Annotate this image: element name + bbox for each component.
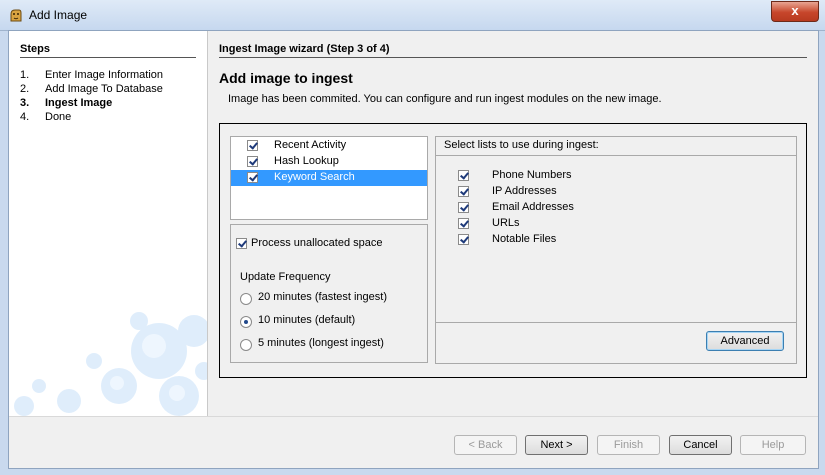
list-label: Phone Numbers — [492, 169, 572, 181]
page-subtitle: Image has been commited. You can configu… — [228, 93, 662, 105]
page-title: Add image to ingest — [219, 70, 353, 86]
list-label: IP Addresses — [492, 185, 557, 197]
ingest-config-panel: Recent Activity Hash Lookup Keyword Sear… — [219, 123, 807, 378]
wizard-divider — [219, 57, 807, 58]
module-item-keyword-search[interactable]: Keyword Search — [231, 170, 427, 186]
frequency-10min-label[interactable]: 10 minutes (default) — [258, 314, 355, 326]
step-label: Enter Image Information — [45, 69, 164, 81]
list-checkbox[interactable] — [458, 186, 469, 197]
step-item-1: 1. Enter Image Information — [20, 69, 163, 81]
process-unallocated-label[interactable]: Process unallocated space — [251, 237, 382, 249]
process-unallocated-checkbox[interactable] — [236, 238, 247, 249]
frequency-5min-radio[interactable] — [240, 339, 252, 351]
list-item-email-addresses[interactable]: Email Addresses — [436, 200, 796, 216]
step-number: 1. — [20, 69, 30, 81]
module-label: Keyword Search — [274, 171, 355, 183]
list-checkbox[interactable] — [458, 218, 469, 229]
module-item-hash-lookup[interactable]: Hash Lookup — [231, 154, 427, 170]
module-label: Hash Lookup — [274, 155, 339, 167]
frequency-20min-radio[interactable] — [240, 293, 252, 305]
update-frequency-label: Update Frequency — [240, 271, 331, 283]
module-item-recent-activity[interactable]: Recent Activity — [231, 138, 427, 154]
next-button[interactable]: Next > — [525, 435, 588, 455]
autopsy-dog-icon — [8, 7, 24, 23]
list-checkbox[interactable] — [458, 202, 469, 213]
module-checkbox[interactable] — [247, 172, 258, 183]
module-checkbox[interactable] — [247, 156, 258, 167]
list-checkbox[interactable] — [458, 234, 469, 245]
list-checkbox[interactable] — [458, 170, 469, 181]
step-label: Done — [45, 111, 72, 123]
list-label: URLs — [492, 217, 520, 229]
keyword-lists[interactable]: Phone Numbers IP Addresses Email Address… — [436, 155, 796, 323]
list-item-urls[interactable]: URLs — [436, 216, 796, 232]
step-number: 3. — [20, 97, 30, 109]
cancel-button[interactable]: Cancel — [669, 435, 732, 455]
frequency-10min-radio[interactable] — [240, 316, 252, 328]
decorative-bubbles-image — [14, 312, 207, 416]
back-button[interactable]: < Back — [454, 435, 517, 455]
module-options-panel: Process unallocated space Update Frequen… — [230, 224, 428, 363]
step-number: 2. — [20, 83, 30, 95]
step-item-4: 4. Done — [20, 111, 71, 123]
frequency-5min-label[interactable]: 5 minutes (longest ingest) — [258, 337, 384, 349]
window-close-button[interactable]: x — [771, 1, 819, 22]
step-label: Ingest Image — [45, 97, 113, 109]
wizard-dialog: Steps 1. Enter Image Information 2. Add Im… — [8, 30, 819, 469]
list-item-notable-files[interactable]: Notable Files — [436, 232, 796, 248]
frequency-20min-label[interactable]: 20 minutes (fastest ingest) — [258, 291, 387, 303]
list-item-ip-addresses[interactable]: IP Addresses — [436, 184, 796, 200]
finish-button[interactable]: Finish — [597, 435, 660, 455]
step-item-2: 2. Add Image To Database — [20, 83, 163, 95]
list-label: Email Addresses — [492, 201, 574, 213]
steps-panel: Steps 1. Enter Image Information 2. Add Im… — [9, 31, 208, 416]
module-checkbox[interactable] — [247, 140, 258, 151]
steps-divider — [20, 57, 196, 58]
footer-divider — [9, 416, 818, 417]
title-bar[interactable]: Add Image x — [0, 0, 825, 31]
steps-title: Steps — [20, 43, 50, 55]
keyword-lists-panel: Select lists to use during ingest: Phone… — [435, 136, 797, 364]
step-item-3-current: 3. Ingest Image — [20, 97, 112, 109]
keyword-lists-header: Select lists to use during ingest: — [444, 139, 599, 151]
list-item-phone-numbers[interactable]: Phone Numbers — [436, 168, 796, 184]
step-label: Add Image To Database — [45, 83, 163, 95]
list-label: Notable Files — [492, 233, 557, 245]
help-button[interactable]: Help — [740, 435, 806, 455]
wizard-title: Ingest Image wizard (Step 3 of 4) — [219, 43, 390, 55]
advanced-button[interactable]: Advanced — [706, 331, 784, 351]
ingest-modules-list[interactable]: Recent Activity Hash Lookup Keyword Sear… — [230, 136, 428, 220]
window-title: Add Image — [29, 8, 88, 22]
step-number: 4. — [20, 111, 30, 123]
module-label: Recent Activity — [274, 139, 347, 151]
